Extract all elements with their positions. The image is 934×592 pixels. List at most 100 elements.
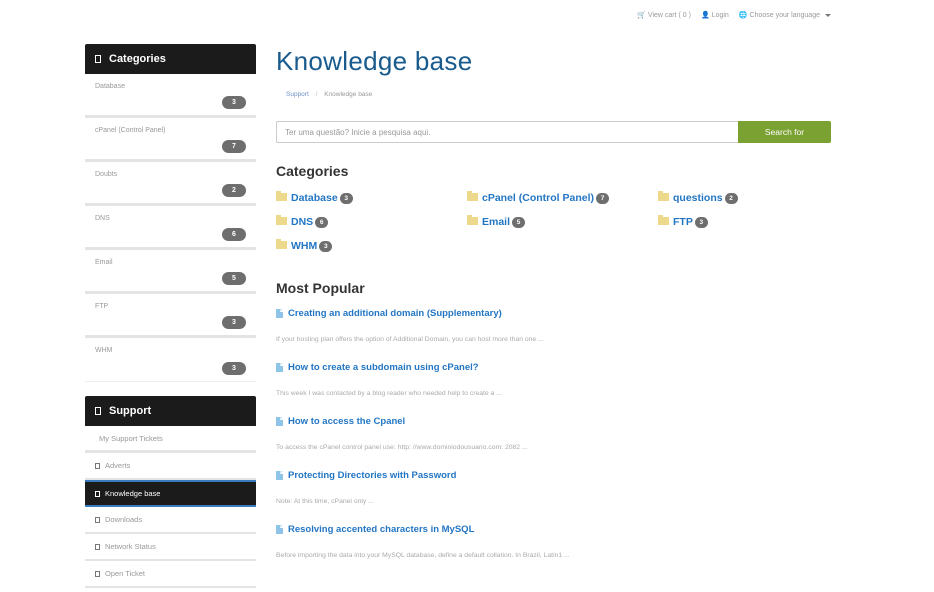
support-menu-item[interactable]: Open Ticket (85, 561, 256, 588)
category-link[interactable]: cPanel (Control Panel) 7 (467, 190, 658, 206)
login-link[interactable]: 👤 Login (700, 11, 729, 20)
categories-heading: Categories (276, 163, 349, 179)
main-content: Knowledge base Support / Knowledge base … (276, 44, 831, 578)
category-link[interactable]: Email 5 (467, 214, 658, 230)
folder-icon (658, 215, 669, 225)
folder-icon (95, 55, 101, 63)
support-panel-title: Support (109, 405, 152, 417)
article-count-badge: 3 (222, 96, 246, 109)
top-navigation: 🛒 View cart ( 0 ) 👤 Login 🌐 Choose your … (637, 11, 831, 19)
folder-icon (276, 191, 287, 201)
support-menu-item[interactable]: Downloads (85, 507, 256, 534)
support-panel-header: Support (85, 396, 256, 426)
breadcrumb-current: Knowledge base (324, 91, 373, 98)
sidebar-category-item[interactable]: cPanel (Control Panel) 7 (85, 118, 256, 162)
support-menu-item[interactable]: Knowledge base (85, 480, 256, 507)
support-panel: Support My Support Tickets Adverts Knowled… (85, 396, 256, 588)
language-label: Choose your language (749, 11, 820, 19)
breadcrumb-support[interactable]: Support (286, 91, 309, 98)
document-icon (276, 471, 283, 480)
category-label: questions (673, 192, 723, 204)
sidebar-category-label: FTP (95, 303, 109, 310)
sidebar: Categories Database 3 cPanel (Control Pane… (85, 44, 256, 588)
support-menu-item[interactable]: My Support Tickets (85, 426, 256, 453)
sidebar-category-item[interactable]: Database 3 (85, 74, 256, 118)
category-link[interactable]: questions 2 (658, 190, 831, 206)
article-count-badge: 6 (222, 228, 246, 241)
categories-panel: Categories Database 3 cPanel (Control Pane… (85, 44, 256, 382)
folder-icon (658, 191, 669, 201)
cart-icon: 🛒 (637, 12, 646, 19)
breadcrumb: Support / Knowledge base (286, 91, 831, 98)
language-selector[interactable]: 🌐 Choose your language (739, 11, 831, 19)
article-item: Resolving accented characters in MySQL Be… (276, 524, 831, 578)
article-link[interactable]: Protecting Directories with Password (276, 470, 831, 481)
folder-icon (276, 215, 287, 225)
category-label: WHM (291, 240, 318, 252)
breadcrumb-separator: / (315, 91, 318, 98)
article-count-badge: 2 (222, 184, 246, 197)
sidebar-category-item[interactable]: Email 5 (85, 250, 256, 294)
support-menu-item[interactable]: Adverts (85, 453, 256, 480)
article-title: Resolving accented characters in MySQL (288, 524, 475, 535)
support-menu-label: Knowledge base (105, 489, 161, 498)
sidebar-category-item[interactable]: DNS 6 (85, 206, 256, 250)
support-menu-label: Network Status (105, 542, 156, 551)
sidebar-category-label: cPanel (Control Panel) (95, 127, 166, 134)
document-icon (276, 309, 283, 318)
category-link[interactable]: WHM 3 (276, 238, 467, 254)
view-cart-link[interactable]: 🛒 View cart ( 0 ) (637, 11, 691, 20)
sidebar-category-list: Database 3 cPanel (Control Panel) 7 Doubts 2 D… (85, 74, 256, 382)
language-icon: 🌐 (738, 12, 748, 19)
most-popular-heading: Most Popular (276, 280, 365, 296)
article-link[interactable]: How to access the Cpanel (276, 416, 831, 427)
article-link[interactable]: Resolving accented characters in MySQL (276, 524, 831, 535)
article-count-badge: 3 (319, 240, 333, 252)
article-count-badge: 2 (724, 192, 738, 204)
category-label: Database (291, 192, 338, 204)
categories-panel-header: Categories (85, 44, 256, 74)
article-count-badge: 3 (222, 316, 246, 329)
article-snippet: If your hosting plan offers the option o… (276, 336, 544, 343)
document-icon (276, 363, 283, 372)
article-link[interactable]: Creating an additional domain (Supplemen… (276, 308, 831, 319)
user-icon: 👤 (700, 12, 710, 19)
article-count-badge: 5 (222, 272, 246, 285)
sidebar-category-label: DNS (95, 215, 110, 222)
login-label: Login (711, 11, 729, 19)
sidebar-category-item[interactable]: WHM 3 (85, 338, 256, 382)
menu-item-icon (95, 543, 100, 550)
search-input[interactable] (276, 121, 738, 143)
article-link[interactable]: How to create a subdomain using cPanel? (276, 362, 831, 373)
article-snippet: Before importing the data into your MySQ… (276, 552, 570, 559)
category-link[interactable]: FTP 3 (658, 214, 831, 230)
article-snippet: Note: At this time, cPanel only ... (276, 498, 374, 505)
article-count-badge: 3 (222, 362, 246, 375)
support-icon (95, 407, 101, 415)
support-menu: My Support Tickets Adverts Knowledge base D… (85, 426, 256, 588)
sidebar-category-label: WHM (95, 347, 113, 354)
article-count-badge: 7 (222, 140, 246, 153)
menu-item-icon (95, 570, 100, 577)
document-icon (276, 417, 283, 426)
menu-item-icon (95, 490, 100, 497)
category-label: Email (482, 216, 511, 228)
article-count-badge: 6 (315, 216, 329, 228)
category-link[interactable]: DNS 6 (276, 214, 467, 230)
support-menu-label: Downloads (105, 515, 143, 524)
sidebar-category-item[interactable]: Doubts 2 (85, 162, 256, 206)
category-label: DNS (291, 216, 314, 228)
support-menu-item[interactable]: Network Status (85, 534, 256, 561)
search-form: Search for (276, 121, 831, 143)
article-item: Protecting Directories with Password Note… (276, 470, 831, 524)
sidebar-category-item[interactable]: FTP 3 (85, 294, 256, 338)
article-item: How to create a subdomain using cPanel? T… (276, 362, 831, 416)
category-link[interactable]: Database 3 (276, 190, 467, 206)
popular-articles-list: Creating an additional domain (Supplemen… (276, 308, 831, 578)
article-count-badge: 3 (694, 216, 708, 228)
search-button[interactable]: Search for (738, 121, 831, 143)
article-snippet: This week I was contacted by a blog read… (276, 390, 502, 397)
menu-item-icon (95, 516, 100, 523)
folder-icon (467, 191, 478, 201)
category-label: FTP (673, 216, 693, 228)
